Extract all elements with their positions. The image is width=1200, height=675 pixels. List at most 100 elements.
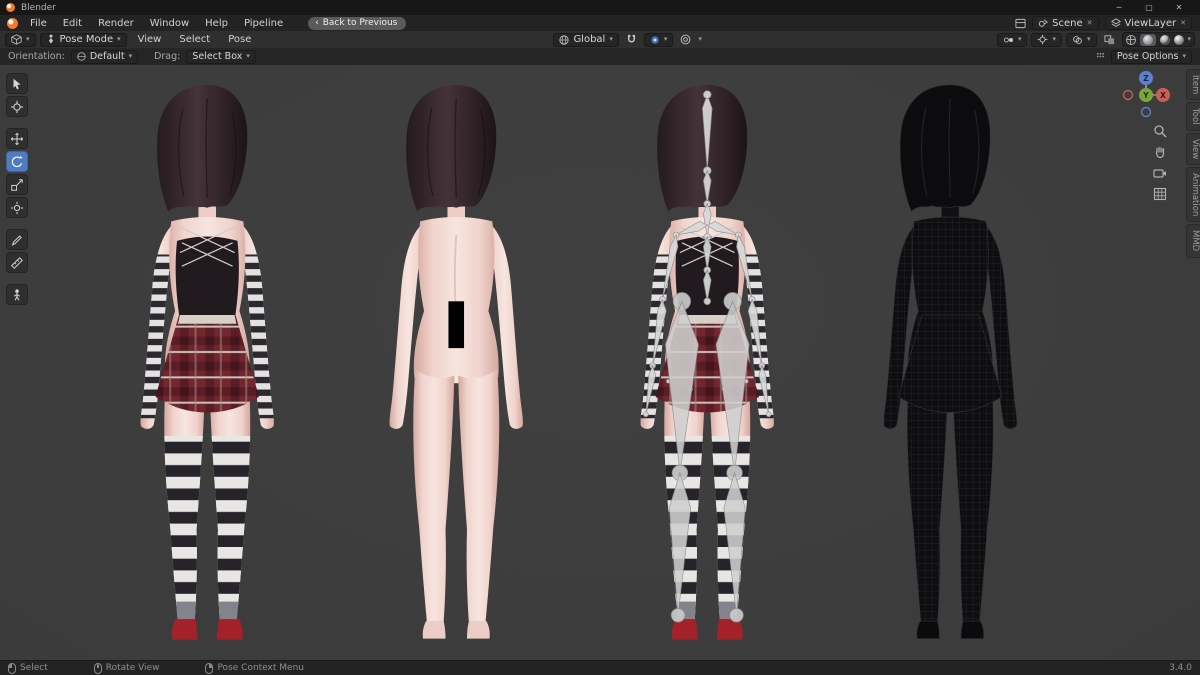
tab-item[interactable]: Item (1186, 69, 1200, 101)
overlays-dropdown[interactable]: ▾ (1065, 32, 1097, 47)
xray-toggle-button[interactable] (1101, 32, 1118, 47)
tab-tool[interactable]: Tool (1186, 102, 1200, 131)
chevron-down-icon: ▾ (1086, 35, 1091, 43)
model-body-nude[interactable] (389, 84, 523, 639)
menu-file[interactable]: File (23, 15, 54, 31)
minimize-button[interactable]: ─ (1104, 0, 1134, 15)
chevron-down-icon: ▾ (117, 35, 121, 43)
tool-annotate[interactable] (6, 229, 28, 250)
hint-rotate-view: Rotate View (93, 662, 159, 674)
chevron-down-icon[interactable]: ▾ (1188, 36, 1192, 43)
snap-toggle-button[interactable] (623, 32, 640, 47)
scene-layer-selectors: Scene ✕ ViewLayer ✕ (1015, 16, 1196, 30)
rotate-icon (11, 155, 23, 167)
tool-transform[interactable] (6, 197, 28, 218)
viewlayer-name: ViewLayer (1124, 17, 1177, 29)
menu-help[interactable]: Help (198, 15, 235, 31)
tab-animation[interactable]: Animation (1186, 167, 1200, 223)
viewlayer-close-icon[interactable]: ✕ (1180, 19, 1186, 27)
tab-mmd[interactable]: MMD (1186, 224, 1200, 258)
window-title: Blender (21, 2, 56, 13)
editor-type-button[interactable]: ▾ (5, 32, 36, 47)
orientation-setting-dropdown[interactable]: Default ▾ (70, 49, 139, 64)
chevron-down-icon: ▾ (246, 52, 250, 60)
transform-orientation-dropdown[interactable]: Global ▾ (553, 32, 619, 47)
tool-cursor[interactable] (6, 96, 28, 117)
navigation-gizmo[interactable]: Z Y X (1118, 67, 1174, 123)
material-preview-button[interactable] (1159, 34, 1170, 45)
scale-icon (11, 178, 23, 191)
model-with-armature[interactable] (640, 84, 774, 640)
wireframe-shading-button[interactable] (1125, 34, 1136, 45)
scene-close-icon[interactable]: ✕ (1087, 19, 1093, 27)
rendered-shading-button[interactable] (1173, 34, 1184, 45)
tool-select-box[interactable] (6, 73, 28, 94)
drag-setting-dropdown[interactable]: Select Box ▾ (186, 49, 256, 64)
tab-view[interactable]: View (1186, 132, 1200, 166)
snap-settings-dropdown[interactable]: ▾ (643, 32, 674, 47)
pan-control[interactable] (1152, 144, 1168, 160)
scene-selector[interactable]: Scene ✕ (1032, 16, 1099, 30)
screen-layout-icon[interactable] (1015, 18, 1026, 29)
neg-x-axis-ball[interactable] (1122, 89, 1134, 101)
neg-z-axis-ball[interactable] (1140, 106, 1152, 118)
mode-dropdown[interactable]: Pose Mode ▾ (39, 32, 127, 47)
transform-icon (10, 201, 24, 214)
chevron-down-icon: ▾ (663, 35, 668, 43)
drag-setting-label: Drag: (154, 51, 181, 62)
scene-icon (1038, 18, 1049, 28)
blender-window: { "window": { "title": "Blender", "contr… (0, 0, 1200, 675)
camera-view-control[interactable] (1152, 165, 1168, 181)
3d-viewport[interactable]: Z Y X Item Tool View Animation MMD (0, 65, 1200, 661)
menu-view[interactable]: View (131, 31, 169, 48)
tool-scale[interactable] (6, 174, 28, 195)
visibility-icon (1003, 37, 1013, 42)
back-arrow-icon: ‹ (315, 17, 319, 28)
hint-pose-context-menu: Pose Context Menu (205, 662, 304, 674)
x-axis-label: X (1160, 91, 1166, 100)
proportional-circle-icon (681, 34, 691, 45)
chevron-down-icon: ▾ (26, 35, 30, 43)
zoom-control[interactable] (1152, 123, 1168, 139)
viewlayer-selector[interactable]: ViewLayer ✕ (1104, 16, 1192, 30)
orientation-value: Default (89, 51, 125, 62)
scene-name: Scene (1052, 17, 1083, 29)
layers-icon (1110, 18, 1121, 28)
tool-rotate[interactable] (6, 151, 28, 172)
menu-render[interactable]: Render (91, 15, 141, 31)
show-object-types-dropdown[interactable]: ▾ (996, 32, 1028, 47)
mouse-left-icon (8, 662, 16, 674)
perspective-toggle-control[interactable] (1152, 186, 1168, 202)
pose-figure-icon (13, 288, 21, 301)
blender-logo-icon (6, 3, 15, 12)
menu-pose[interactable]: Pose (221, 31, 258, 48)
chevron-down-icon[interactable]: ▾ (698, 36, 702, 43)
tool-pose-breakdowner[interactable] (6, 284, 28, 305)
options-grid-icon[interactable] (1096, 52, 1105, 61)
menu-window[interactable]: Window (143, 15, 196, 31)
proportional-editing-button[interactable] (677, 32, 694, 47)
mode-label: Pose Mode (59, 34, 114, 45)
chevron-down-icon: ▾ (1182, 52, 1186, 60)
menu-edit[interactable]: Edit (56, 15, 89, 31)
hint-select-label: Select (20, 663, 48, 673)
menu-select[interactable]: Select (172, 31, 217, 48)
grid-icon (1153, 187, 1167, 201)
maximize-button[interactable]: ▢ (1134, 0, 1164, 15)
solid-shading-button[interactable] (1139, 33, 1156, 46)
blender-menu-icon[interactable] (7, 17, 18, 29)
gizmo-icon (1038, 34, 1048, 45)
model-wireframe[interactable] (883, 84, 1018, 640)
back-to-previous-button[interactable]: ‹ Back to Previous (308, 16, 407, 30)
pose-mode-icon (48, 34, 53, 44)
tool-measure[interactable] (6, 252, 28, 273)
title-bar: Blender ─ ▢ ✕ (0, 0, 1200, 15)
model-clothed[interactable] (140, 84, 274, 640)
pose-options-dropdown[interactable]: Pose Options ▾ (1110, 49, 1192, 64)
measure-ruler-icon (11, 256, 23, 269)
top-menu-bar: File Edit Render Window Help Pipeline ‹ B… (0, 15, 1200, 31)
menu-pipeline[interactable]: Pipeline (237, 15, 290, 31)
tool-move[interactable] (6, 128, 28, 149)
close-button[interactable]: ✕ (1164, 0, 1194, 15)
gizmos-dropdown[interactable]: ▾ (1031, 32, 1062, 47)
